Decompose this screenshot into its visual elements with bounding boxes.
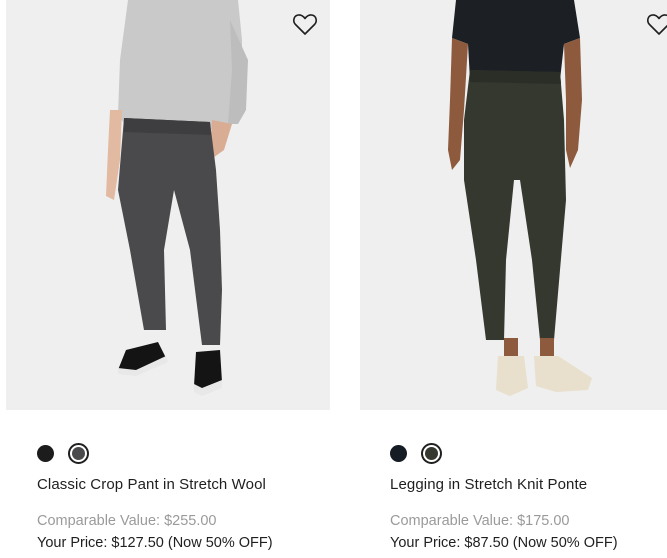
comparable-value: Comparable Value: $255.00	[37, 513, 217, 529]
comparable-value: Comparable Value: $175.00	[390, 513, 570, 529]
product-name[interactable]: Legging in Stretch Knit Ponte	[390, 476, 587, 493]
color-swatch[interactable]	[390, 445, 407, 462]
heart-outline-icon[interactable]	[646, 12, 667, 36]
color-swatch[interactable]	[37, 445, 54, 462]
product-photo-legging	[360, 0, 667, 410]
color-swatch-selected[interactable]	[68, 443, 89, 464]
product-name[interactable]: Classic Crop Pant in Stretch Wool	[37, 476, 266, 493]
product-image[interactable]	[6, 0, 330, 410]
heart-outline-icon[interactable]	[292, 12, 318, 36]
product-card[interactable]: Legging in Stretch Knit Ponte Comparable…	[360, 0, 667, 551]
color-swatch-selected[interactable]	[421, 443, 442, 464]
product-photo-wool-pant	[6, 0, 330, 410]
color-swatches	[37, 443, 89, 464]
product-card[interactable]: Classic Crop Pant in Stretch Wool Compar…	[6, 0, 330, 551]
your-price: Your Price: $87.50 (Now 50% OFF)	[390, 535, 618, 551]
product-image[interactable]	[360, 0, 667, 410]
color-swatches	[390, 443, 442, 464]
your-price: Your Price: $127.50 (Now 50% OFF)	[37, 535, 273, 551]
